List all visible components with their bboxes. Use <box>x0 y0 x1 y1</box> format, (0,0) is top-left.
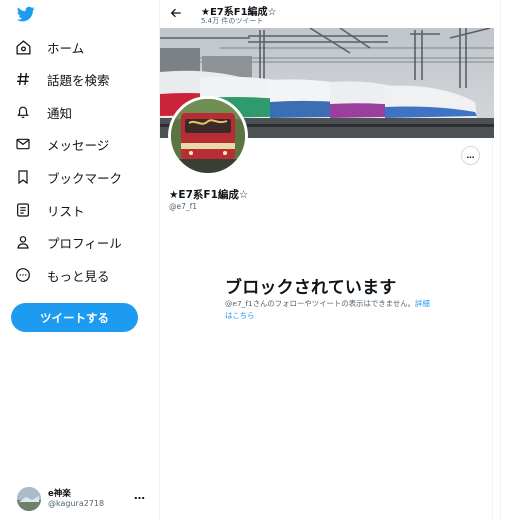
profile-handle: @e7_f1 <box>169 202 198 211</box>
sidebar-item-label: ブックマーク <box>47 170 123 186</box>
sidebar-item-label: 通知 <box>47 105 73 121</box>
home-icon <box>13 37 33 57</box>
sidebar-item-explore[interactable]: 話題を検索 <box>13 66 110 92</box>
account-handle: @kagura2718 <box>48 499 105 508</box>
sidebar-item-notifications[interactable]: 通知 <box>13 99 72 125</box>
blocked-title: ブロックされています <box>225 278 397 298</box>
sidebar-item-lists[interactable]: リスト <box>13 197 85 223</box>
more-circle-icon <box>13 265 33 285</box>
account-switcher[interactable]: e神楽 @kagura2718 … <box>17 484 157 512</box>
blocked-message-text: @e7_f1さんのフォローやツイートの表示はできません。 <box>225 299 416 308</box>
sidebar-item-label: メッセージ <box>47 137 110 153</box>
sidebar-item-label: もっと見る <box>47 268 110 284</box>
sidebar-item-bookmarks[interactable]: ブックマーク <box>13 164 122 190</box>
sidebar-item-label: 話題を検索 <box>47 72 110 88</box>
profile-header: ★E7系F1編成☆ 5.4万 件のツイート <box>160 0 494 28</box>
twitter-logo-icon[interactable] <box>17 5 35 23</box>
sidebar-item-messages[interactable]: メッセージ <box>13 131 109 157</box>
hashtag-icon <box>13 69 33 89</box>
back-arrow-icon[interactable] <box>169 6 183 20</box>
profile-more-button[interactable]: … <box>461 146 480 165</box>
profile-icon <box>13 232 33 252</box>
profile-column: ★E7系F1編成☆ 5.4万 件のツイート … ★E7系F1編成☆ @e7_f1… <box>159 0 494 521</box>
sidebar-item-home[interactable]: ホーム <box>13 34 84 60</box>
sidebar-item-label: ホーム <box>47 40 85 56</box>
sidebar-item-more[interactable]: もっと見る <box>13 262 110 288</box>
sidebar-item-label: リスト <box>47 203 85 219</box>
profile-avatar[interactable] <box>168 96 248 176</box>
sidebar: ホーム 話題を検索 通知 メッセージ ブックマーク リスト プロフィール もっと… <box>0 0 159 521</box>
profile-name: ★E7系F1編成☆ <box>169 189 249 201</box>
bell-icon <box>13 102 33 122</box>
tweet-button[interactable]: ツイートする <box>11 303 138 332</box>
account-more-icon[interactable]: … <box>134 489 145 502</box>
bookmark-icon <box>13 167 33 187</box>
right-column-edge <box>500 0 512 521</box>
mail-icon <box>13 134 33 154</box>
sidebar-item-profile[interactable]: プロフィール <box>13 229 122 255</box>
account-name: e神楽 <box>48 489 71 499</box>
list-icon <box>13 200 33 220</box>
avatar <box>17 487 41 511</box>
sidebar-item-label: プロフィール <box>47 235 122 251</box>
tweet-count: 5.4万 件のツイート <box>201 17 264 25</box>
blocked-message: @e7_f1さんのフォローやツイートの表示はできません。詳細はこちら <box>225 298 430 322</box>
